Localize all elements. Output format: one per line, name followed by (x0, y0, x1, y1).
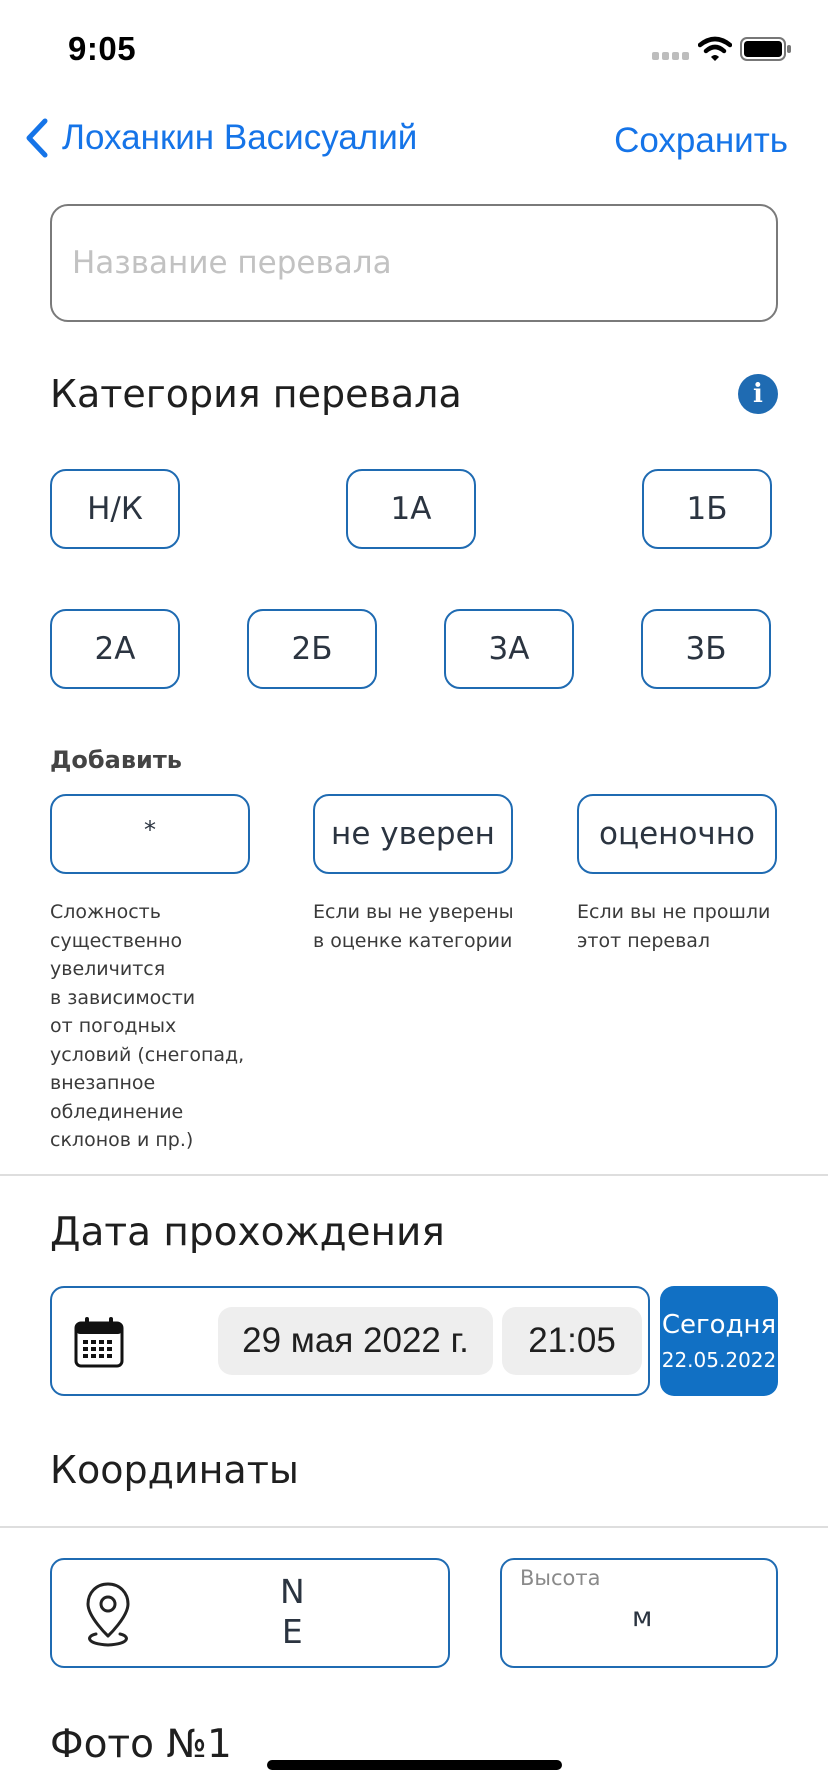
calendar-icon (74, 1317, 124, 1368)
photo-title: Фото №1 (50, 1722, 232, 1767)
category-title: Категория перевала (50, 372, 462, 416)
back-button[interactable]: Лоханкин Васисуалий (24, 118, 417, 158)
modifier-estimated-description: Если вы не прошли этот перевал (577, 901, 771, 952)
modifier-star-description: Сложность существенно увеличится в завис… (50, 901, 245, 1151)
add-label: Добавить (50, 746, 182, 774)
today-date: 22.05.2022 (661, 1348, 777, 1372)
pass-name-field (50, 204, 778, 322)
category-chip-1a[interactable]: 1А (346, 469, 476, 549)
chevron-left-icon (26, 118, 48, 158)
category-chip-3b[interactable]: 3Б (641, 609, 771, 689)
coordinates-values: N E (280, 1572, 305, 1652)
divider (0, 1526, 828, 1528)
time-picker[interactable]: 21:05 (502, 1307, 642, 1375)
info-icon[interactable]: i (738, 374, 778, 414)
save-button[interactable]: Сохранить (614, 121, 788, 161)
signal-icon (652, 52, 689, 60)
coordinates-title: Координаты (50, 1448, 299, 1492)
back-label: Лоханкин Васисуалий (62, 118, 418, 157)
divider (0, 1174, 828, 1176)
modifier-unsure-button[interactable]: не уверен (313, 794, 513, 874)
modifier-unsure-description: Если вы не уверены в оценке категории (313, 901, 514, 952)
category-chip-1b[interactable]: 1Б (642, 469, 772, 549)
modifier-star-button[interactable]: * (50, 794, 250, 874)
category-chip-2a[interactable]: 2А (50, 609, 180, 689)
date-title: Дата прохождения (50, 1210, 445, 1255)
altitude-unit: м (632, 1602, 653, 1633)
date-picker[interactable]: 29 мая 2022 г. (218, 1307, 493, 1375)
today-button[interactable]: Сегодня 22.05.2022 (660, 1286, 778, 1396)
altitude-placeholder: Высота (520, 1566, 601, 1590)
pass-name-input[interactable] (52, 206, 776, 320)
category-chip-3a[interactable]: 3А (444, 609, 574, 689)
today-label: Сегодня (661, 1310, 777, 1340)
category-chip-2b[interactable]: 2Б (247, 609, 377, 689)
modifier-estimated-button[interactable]: оценочно (577, 794, 777, 874)
map-pin-icon (86, 1582, 130, 1647)
status-time: 9:05 (68, 30, 137, 67)
wifi-icon (698, 36, 732, 61)
home-indicator[interactable] (267, 1760, 562, 1770)
longitude-suffix: E (281, 1612, 303, 1651)
battery-icon (740, 37, 791, 61)
latitude-suffix: N (280, 1572, 305, 1611)
category-chip-nk[interactable]: Н/К (50, 469, 180, 549)
